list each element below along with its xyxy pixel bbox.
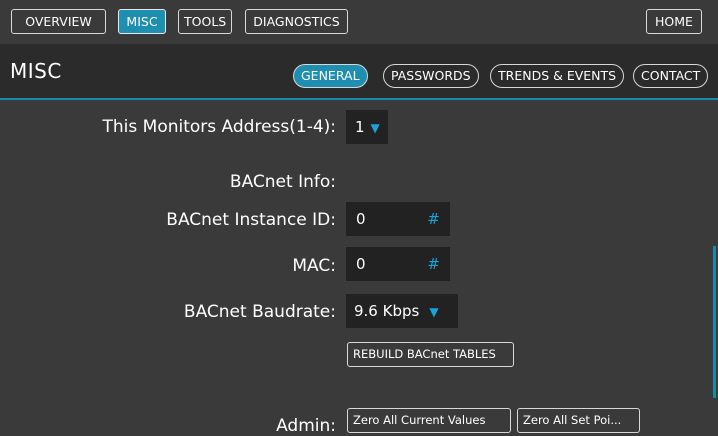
mac-value: 0	[356, 255, 366, 273]
bacnet-baudrate-value: 9.6 Kbps	[354, 302, 420, 320]
tab-contact[interactable]: CONTACT	[633, 64, 709, 88]
admin-label: Admin:	[276, 416, 336, 436]
overview-button[interactable]: OVERVIEW	[11, 9, 106, 34]
page-title: MISC	[10, 59, 62, 83]
zero-all-current-values-button[interactable]: Zero All Current Values	[347, 408, 511, 433]
diagnostics-button[interactable]: DIAGNOSTICS	[245, 9, 348, 34]
dropdown-caret-icon: ▼	[370, 121, 380, 135]
tab-general[interactable]: GENERAL	[293, 64, 368, 88]
dropdown-caret-icon: ▼	[429, 305, 439, 319]
section-header: MISC GENERAL PASSWORDS TRENDS & EVENTS C…	[0, 44, 718, 100]
scrollbar[interactable]	[713, 246, 716, 398]
general-settings-form: This Monitors Address(1-4): 1 ▼ BACnet In…	[0, 100, 718, 436]
rebuild-bacnet-tables-button[interactable]: REBUILD BACnet TABLES	[347, 342, 514, 367]
tab-passwords[interactable]: PASSWORDS	[383, 64, 479, 88]
tools-button[interactable]: TOOLS	[178, 9, 232, 34]
mac-field[interactable]: 0 #	[346, 247, 450, 281]
numeric-keypad-icon: #	[427, 210, 440, 228]
zero-all-set-points-button[interactable]: Zero All Set Poi...	[517, 408, 640, 433]
bacnet-instance-id-label: BACnet Instance ID:	[166, 210, 336, 230]
mac-label: MAC:	[292, 256, 336, 276]
monitor-address-value: 1	[355, 118, 365, 136]
bacnet-instance-id-field[interactable]: 0 #	[346, 202, 450, 236]
top-nav-bar: OVERVIEW MISC TOOLS DIAGNOSTICS HOME	[0, 0, 718, 42]
bacnet-baudrate-label: BACnet Baudrate:	[183, 302, 336, 322]
home-button[interactable]: HOME	[646, 9, 702, 34]
tab-trends-events[interactable]: TRENDS & EVENTS	[490, 64, 625, 88]
bacnet-info-label: BACnet Info:	[229, 172, 336, 192]
misc-button[interactable]: MISC	[118, 9, 166, 34]
monitor-address-select[interactable]: 1 ▼	[346, 110, 388, 144]
bacnet-baudrate-select[interactable]: 9.6 Kbps ▼	[346, 294, 458, 328]
bacnet-instance-id-value: 0	[356, 210, 366, 228]
monitor-address-label: This Monitors Address(1-4):	[102, 117, 336, 137]
numeric-keypad-icon: #	[427, 255, 440, 273]
